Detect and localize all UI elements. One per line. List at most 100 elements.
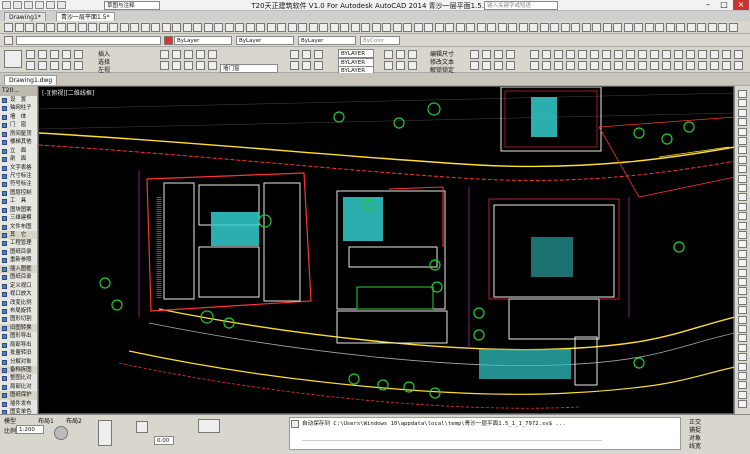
- ribbon-tool-icon[interactable]: [482, 50, 491, 59]
- toolbar-icon[interactable]: [718, 23, 727, 32]
- toolbar-icon[interactable]: [319, 23, 328, 32]
- ribbon-tool-icon[interactable]: [74, 61, 83, 70]
- toolbar-icon[interactable]: [287, 23, 297, 32]
- draw-tool-icon[interactable]: [738, 306, 747, 315]
- sidebar-item[interactable]: 剖 面: [0, 155, 37, 163]
- ribbon-tool-icon[interactable]: [74, 50, 83, 59]
- toolbar-icon[interactable]: [182, 23, 192, 32]
- sidebar-item[interactable]: 尺寸标注: [0, 172, 37, 180]
- toolbar-icon[interactable]: [581, 23, 591, 32]
- draw-tool-icon[interactable]: [738, 184, 747, 192]
- sidebar-item[interactable]: 备档拆图: [0, 366, 37, 375]
- ribbon-tool-icon[interactable]: [566, 61, 575, 70]
- toolbar-icon[interactable]: [25, 23, 34, 32]
- ribbon-tool-icon[interactable]: [698, 61, 707, 70]
- draw-tool-icon[interactable]: [738, 212, 747, 221]
- toolbar-icon[interactable]: [424, 23, 433, 32]
- ribbon-tool-icon[interactable]: [470, 61, 479, 70]
- toolbar-icon[interactable]: [151, 23, 160, 32]
- sidebar-item[interactable]: 文件布图: [0, 223, 37, 231]
- toolbar-icon[interactable]: [497, 23, 507, 32]
- toolbar-icon[interactable]: [172, 23, 181, 32]
- toolbar-icon[interactable]: [193, 23, 202, 32]
- ribbon-tool-icon[interactable]: [62, 50, 71, 59]
- toolbar-icon[interactable]: [676, 23, 685, 32]
- toolbar-icon[interactable]: [707, 23, 717, 32]
- close-button[interactable]: ×: [733, 0, 749, 10]
- toolbar-icon[interactable]: [98, 23, 108, 32]
- draw-tool-icon[interactable]: [738, 268, 747, 277]
- ribbon-tool-icon[interactable]: [542, 50, 551, 59]
- drawing-canvas[interactable]: [-][俯视][二维线框]: [38, 86, 735, 414]
- status-lineweight[interactable]: 线宽: [689, 441, 701, 450]
- toolbar-icon[interactable]: [539, 23, 549, 32]
- ribbon-tool-icon[interactable]: [196, 50, 205, 59]
- toolbar-icon[interactable]: [245, 23, 255, 32]
- toolbar-icon[interactable]: [371, 23, 381, 32]
- toolbar-icon[interactable]: [392, 23, 402, 32]
- lineweight-dropdown[interactable]: ByLayer: [298, 36, 356, 45]
- ribbon-tool-icon[interactable]: [290, 61, 299, 70]
- sidebar-item[interactable]: 旧图转换: [0, 323, 37, 333]
- ribbon-tool-icon[interactable]: [698, 50, 707, 59]
- ribbon-tool-icon[interactable]: [674, 50, 683, 59]
- toolbar-icon[interactable]: [161, 23, 171, 32]
- layer-manager-icon[interactable]: [4, 36, 13, 45]
- draw-tool-icon[interactable]: [738, 221, 747, 230]
- draw-tool-icon[interactable]: [738, 353, 747, 362]
- draw-tool-icon[interactable]: [738, 325, 747, 333]
- sidebar-item[interactable]: 重新参照: [0, 256, 37, 264]
- ribbon-tool-icon[interactable]: [38, 50, 47, 59]
- toolbar-icon[interactable]: [214, 23, 223, 32]
- draw-tool-icon[interactable]: [738, 108, 747, 117]
- sidebar-item[interactable]: 门 窗: [0, 121, 37, 129]
- toolbar-icon[interactable]: [46, 23, 55, 32]
- toolbar-icon[interactable]: [109, 23, 118, 32]
- draw-tool-icon[interactable]: [738, 287, 747, 296]
- ribbon-tool-icon[interactable]: [196, 61, 205, 70]
- toolbar-icon[interactable]: [235, 23, 244, 32]
- ribbon-tool-icon[interactable]: [160, 50, 169, 59]
- toolbar-icon[interactable]: [487, 23, 496, 32]
- ribbon-tool-icon[interactable]: [530, 50, 539, 59]
- draw-tool-icon[interactable]: [738, 249, 747, 258]
- toolbar-icon[interactable]: [445, 23, 454, 32]
- draw-tool-icon[interactable]: [738, 137, 747, 145]
- ribbon-tool-icon[interactable]: [26, 61, 35, 70]
- ribbon-tool-icon[interactable]: [38, 61, 47, 70]
- sidebar-item[interactable]: 图形导出: [0, 332, 37, 340]
- toolbar-icon[interactable]: [403, 23, 412, 32]
- draw-tool-icon[interactable]: [738, 315, 747, 324]
- ribbon-tool-icon[interactable]: [734, 50, 743, 59]
- sidebar-item[interactable]: 图形切割: [0, 315, 37, 323]
- toolbar-icon[interactable]: [140, 23, 150, 32]
- ribbon-tool-icon[interactable]: [62, 61, 71, 70]
- draw-tool-icon[interactable]: [738, 259, 747, 268]
- elevation-field[interactable]: 0.00: [154, 436, 174, 445]
- ribbon-tool-icon[interactable]: [686, 50, 695, 59]
- ribbon-tool-icon[interactable]: [590, 61, 599, 70]
- toolbar-icon[interactable]: [550, 23, 559, 32]
- toolbar-icon[interactable]: [256, 23, 265, 32]
- sidebar-item[interactable]: 三维建模: [0, 214, 37, 222]
- draw-tool-icon[interactable]: [738, 400, 747, 409]
- ribbon-tool-icon[interactable]: [554, 50, 563, 59]
- ribbon-tool-icon[interactable]: [396, 50, 405, 59]
- layout-tab-2[interactable]: 布局2: [66, 416, 82, 425]
- toolbar-icon[interactable]: [224, 23, 234, 32]
- ribbon-tool-icon[interactable]: [674, 61, 683, 70]
- sidebar-item[interactable]: 图纸目录: [0, 248, 37, 256]
- sidebar-item[interactable]: 立 面: [0, 147, 37, 155]
- draw-tool-icon[interactable]: [738, 278, 747, 286]
- ribbon-tool-icon[interactable]: [734, 61, 743, 70]
- toolbar-icon[interactable]: [518, 23, 528, 32]
- draw-tool-icon[interactable]: [738, 90, 747, 98]
- ribbon-tool-icon[interactable]: [494, 50, 503, 59]
- ribbon-tool-icon[interactable]: [662, 50, 671, 59]
- ribbon-tool-icon[interactable]: [614, 61, 623, 70]
- ribbon-tool-icon[interactable]: [408, 50, 417, 59]
- draw-tool-icon[interactable]: [738, 118, 747, 127]
- draw-tool-icon[interactable]: [738, 231, 747, 239]
- ribbon-tool-icon[interactable]: [302, 50, 311, 59]
- sidebar-item[interactable]: 局部导出: [0, 341, 37, 349]
